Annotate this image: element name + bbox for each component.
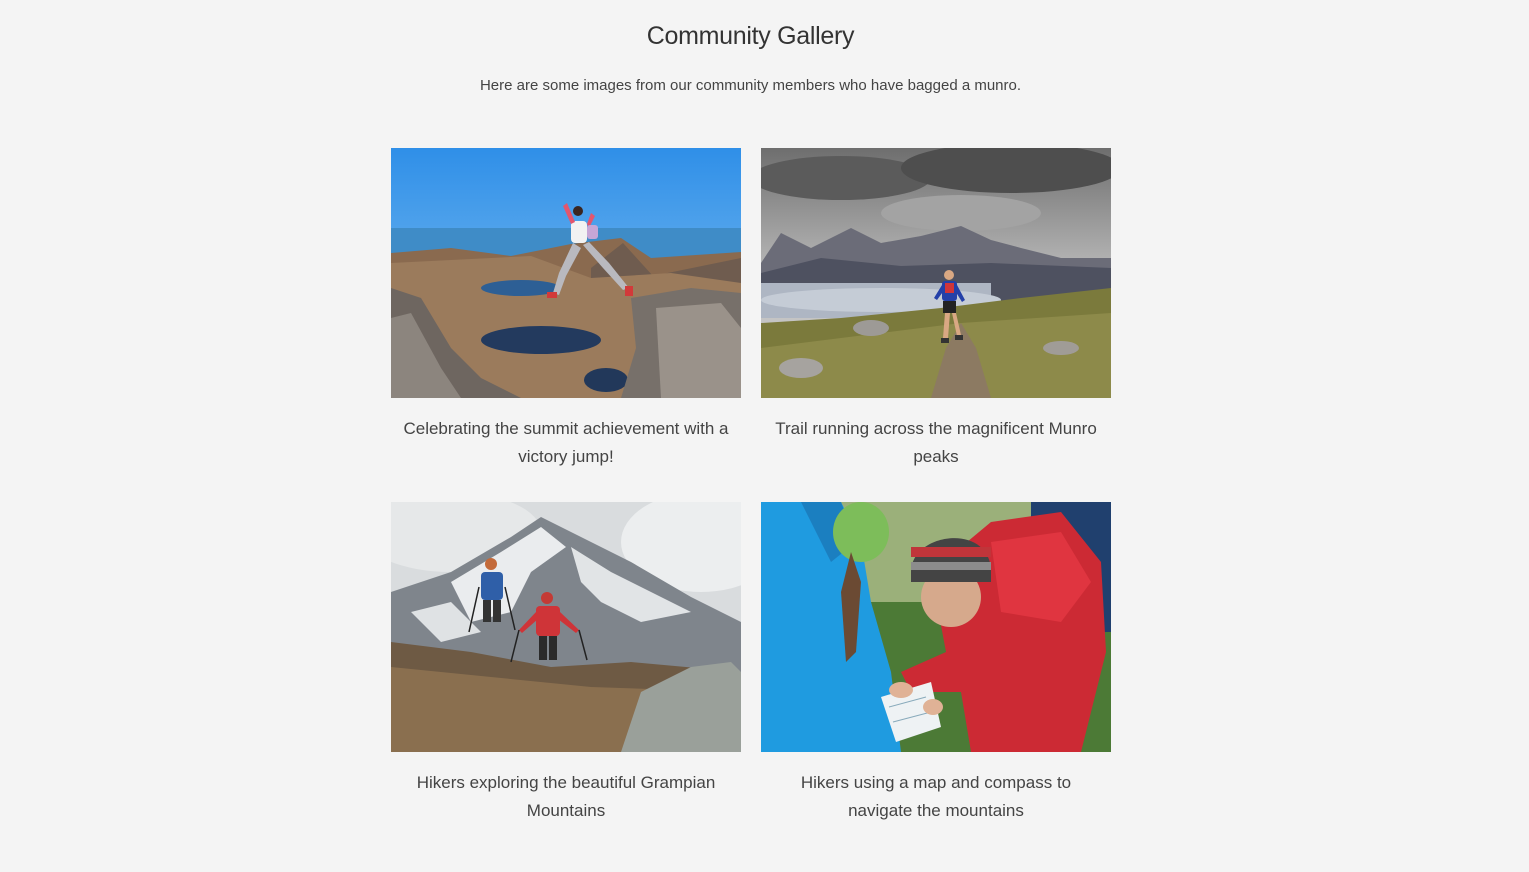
gallery-subtitle: Here are some images from our community … <box>479 77 1022 94</box>
gallery-caption: Celebrating the summit achievement with … <box>403 419 729 466</box>
gallery-card: Hikers using a map and compass to naviga… <box>761 502 1111 825</box>
grampian-hikers-image <box>391 502 741 752</box>
gallery-card: Trail running across the magnificent Mun… <box>761 148 1111 471</box>
gallery-photo-victory-jump[interactable] <box>391 148 741 398</box>
community-gallery-section: Community Gallery Here are some images f… <box>0 0 1529 872</box>
gallery-card: Hikers exploring the beautiful Grampian … <box>391 502 741 825</box>
gallery-caption: Hikers using a map and compass to naviga… <box>800 773 1072 820</box>
map-compass-image <box>761 502 1111 752</box>
gallery-photo-trail-running[interactable] <box>761 148 1111 398</box>
gallery-caption: Trail running across the magnificent Mun… <box>775 419 1097 466</box>
gallery-caption: Hikers exploring the beautiful Grampian … <box>416 773 716 820</box>
gallery-grid: Celebrating the summit achievement with … <box>391 148 1111 825</box>
gallery-photo-grampian-hikers[interactable] <box>391 502 741 752</box>
trail-running-image <box>761 148 1111 398</box>
gallery-title: Community Gallery <box>646 22 855 50</box>
gallery-photo-map-compass[interactable] <box>761 502 1111 752</box>
victory-jump-image <box>391 148 741 398</box>
gallery-card: Celebrating the summit achievement with … <box>391 148 741 471</box>
